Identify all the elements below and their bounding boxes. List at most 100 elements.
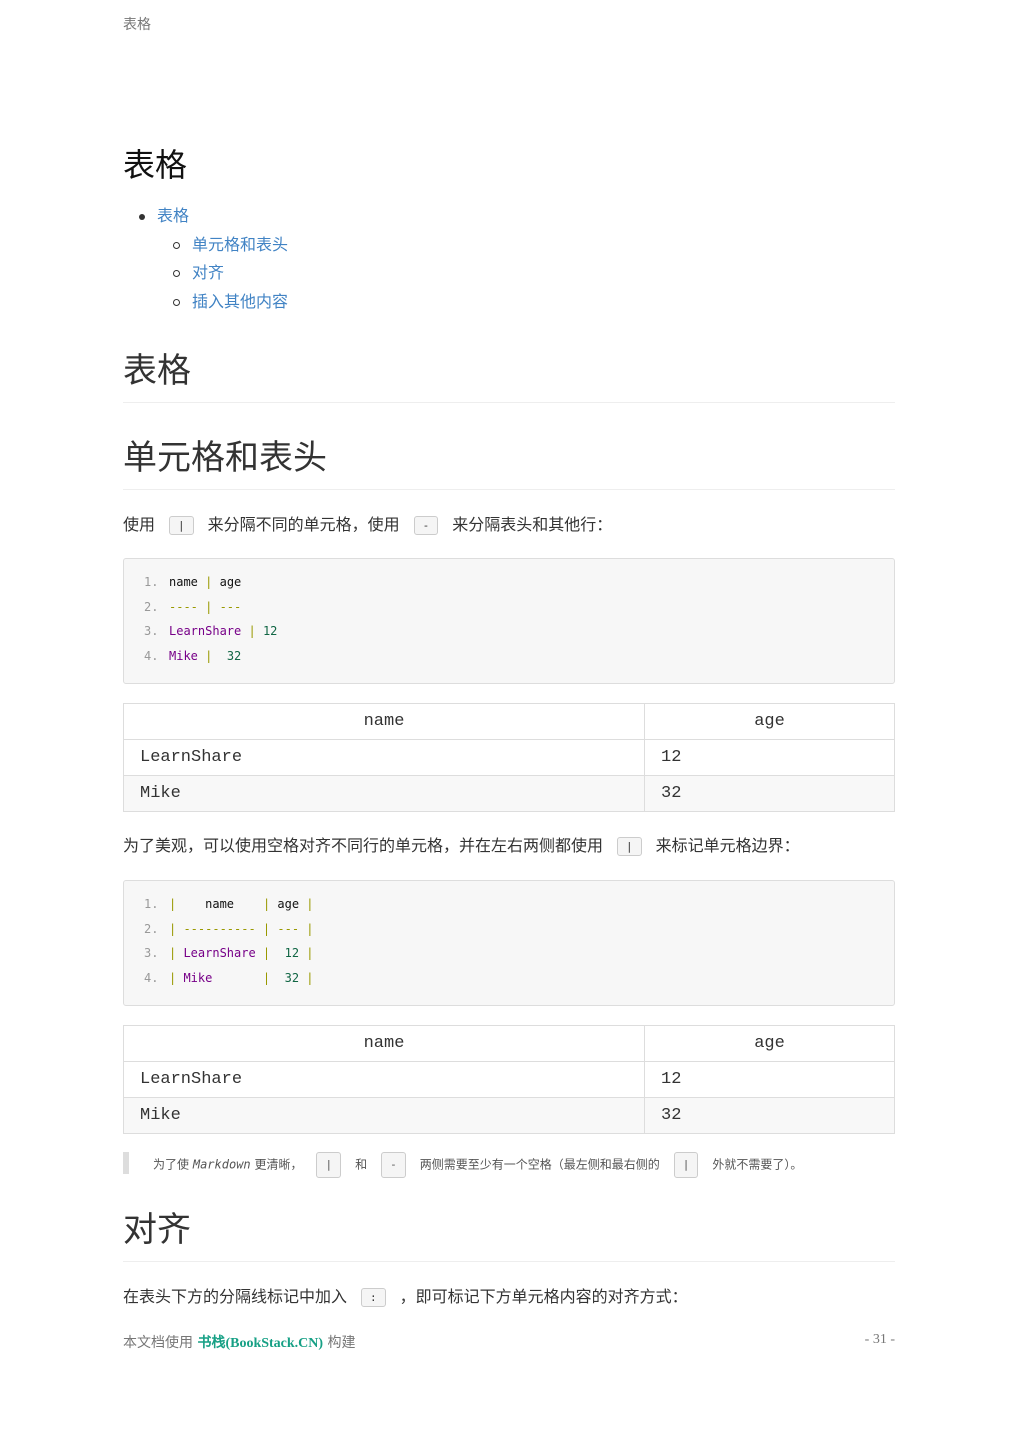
table-1: name age LearnShare 12 Mike 32	[123, 703, 895, 812]
section-heading-tables: 表格	[123, 343, 895, 403]
table-cell: 32	[644, 775, 895, 812]
column-header: name	[123, 1025, 645, 1062]
inline-code: -	[413, 516, 439, 535]
code-token: |	[197, 575, 220, 589]
line-number: 4.	[144, 648, 159, 663]
table-row: Mike 32	[123, 775, 895, 812]
page-number: - 31 -	[864, 1332, 895, 1347]
page-title: 表格	[123, 146, 188, 184]
text: 为了使	[153, 1157, 190, 1172]
code-token: name	[169, 575, 198, 589]
table-2: name age LearnShare 12 Mike 32	[123, 1025, 895, 1134]
paragraph-alignment: 在表头下方的分隔线标记中加入: ，即可标记下方单元格内容的对齐方式：	[123, 1283, 688, 1307]
text: ，即可标记下方单元格内容的对齐方式：	[399, 1287, 688, 1306]
line-number: 1.	[144, 575, 159, 589]
code-token: |	[169, 897, 184, 911]
table-cell: Mike	[123, 1097, 645, 1134]
line-number: 4.	[144, 970, 159, 985]
table-cell: LearnShare	[123, 739, 645, 776]
code-line: 2. | ---------- | --- |	[144, 918, 894, 943]
inline-code: |	[673, 1152, 699, 1178]
text: 两侧需要至少有一个空格（最左侧和最右侧的	[419, 1157, 660, 1172]
code-token: Mike	[183, 970, 256, 985]
footer: 本文档使用 书栈(BookStack.CN) 构建	[123, 1332, 356, 1352]
table-cell: LearnShare	[123, 1061, 645, 1098]
section-heading-cells-headers: 单元格和表头	[123, 430, 895, 490]
blockquote-note: 为了使 Markdown 更清晰， | 和 - 两侧需要至少有一个空格（最左侧和最右侧的…	[123, 1152, 803, 1178]
text: 在表头下方的分隔线标记中加入	[123, 1287, 348, 1306]
toc-link-insert-content[interactable]: 插入其他内容	[192, 292, 288, 311]
code-token: |	[299, 970, 314, 985]
text: 来标记单元格边界：	[655, 836, 800, 855]
table-cell: 32	[644, 1097, 895, 1134]
code-token: LearnShare	[169, 624, 242, 639]
paragraph-alignment-spaces: 为了美观，可以使用空格对齐不同行的单元格，并在左右两侧都使用 | 来标记单元格边界：	[123, 832, 800, 856]
table-cell: 12	[644, 739, 895, 776]
line-number: 2.	[144, 921, 159, 936]
code-token: |	[197, 648, 227, 663]
code-line: 4. Mike | 32	[144, 645, 894, 670]
text: 使用	[123, 515, 156, 534]
code-token: age	[219, 575, 242, 589]
toc-link-alignment[interactable]: 对齐	[192, 263, 224, 282]
code-token: |	[169, 946, 184, 961]
column-header: age	[644, 703, 895, 740]
text: 和	[355, 1157, 368, 1172]
inline-code: |	[617, 837, 642, 856]
text: 来分隔表头和其他行：	[452, 515, 613, 534]
code-token: Mike	[169, 648, 198, 663]
column-header: age	[644, 1025, 895, 1062]
code-block-1: 1. name | age 2. ---- | --- 3. LearnShare | 1…	[123, 558, 895, 684]
code-token: 12	[284, 946, 300, 961]
code-token: |	[299, 946, 314, 961]
toc-link-cells-headers[interactable]: 单元格和表头	[192, 235, 288, 254]
inline-code: |	[169, 516, 194, 535]
code-token: |	[255, 970, 285, 985]
text: 来分隔不同的单元格，使用	[207, 515, 400, 534]
table-of-contents: 表格 单元格和表头 对齐 插入其他内容	[137, 202, 288, 316]
code-token: |	[262, 897, 278, 911]
code-token: 12	[262, 624, 278, 639]
footer-text: 本文档使用	[123, 1335, 193, 1351]
toc-link-tables[interactable]: 表格	[157, 206, 189, 225]
code-token: name	[183, 897, 263, 911]
line-number: 1.	[144, 897, 159, 911]
table-cell: 12	[644, 1061, 895, 1098]
text-italic: Markdown	[192, 1157, 251, 1172]
table-header-row: name age	[123, 703, 895, 740]
code-line: 4. | Mike | 32 |	[144, 967, 894, 992]
line-number: 3.	[144, 624, 159, 639]
code-line: 1. name | age	[144, 571, 894, 596]
text: 更清晰，	[254, 1157, 303, 1172]
table-row: Mike 32	[123, 1097, 895, 1134]
table-row: LearnShare 12	[123, 739, 895, 776]
code-line: 3. | LearnShare | 12 |	[144, 942, 894, 967]
code-token: LearnShare	[183, 946, 256, 961]
line-number: 2.	[144, 599, 159, 614]
code-token: |	[241, 624, 263, 639]
footer-brand-link[interactable]: 书栈(BookStack.CN)	[197, 1336, 323, 1351]
running-header: 表格	[123, 17, 151, 33]
inline-code: -	[381, 1152, 406, 1178]
inline-code: |	[316, 1152, 342, 1178]
code-token: 32	[284, 970, 300, 985]
code-token: ---- | ---	[169, 599, 242, 614]
column-header: name	[123, 703, 645, 740]
table-row: LearnShare 12	[123, 1061, 895, 1098]
inline-code: :	[361, 1288, 386, 1307]
paragraph-separators: 使用 | 来分隔不同的单元格，使用 - 来分隔表头和其他行：	[123, 511, 612, 535]
footer-text: 构建	[327, 1335, 356, 1351]
code-token: |	[255, 946, 285, 961]
code-line: 2. ---- | ---	[144, 596, 894, 621]
line-number: 3.	[144, 946, 159, 961]
code-block-2: 1. | name | age | 2. | ---------- | --- | 3.…	[123, 880, 895, 1006]
code-token: |	[169, 970, 184, 985]
code-line: 3. LearnShare | 12	[144, 620, 894, 645]
code-token: | ---------- | --- |	[169, 921, 314, 936]
code-token: age	[277, 897, 300, 911]
code-token: 32	[226, 648, 242, 663]
table-cell: Mike	[123, 775, 645, 812]
text: 外就不需要了）。	[712, 1157, 803, 1172]
section-heading-alignment: 对齐	[123, 1202, 895, 1262]
table-header-row: name age	[123, 1025, 895, 1062]
